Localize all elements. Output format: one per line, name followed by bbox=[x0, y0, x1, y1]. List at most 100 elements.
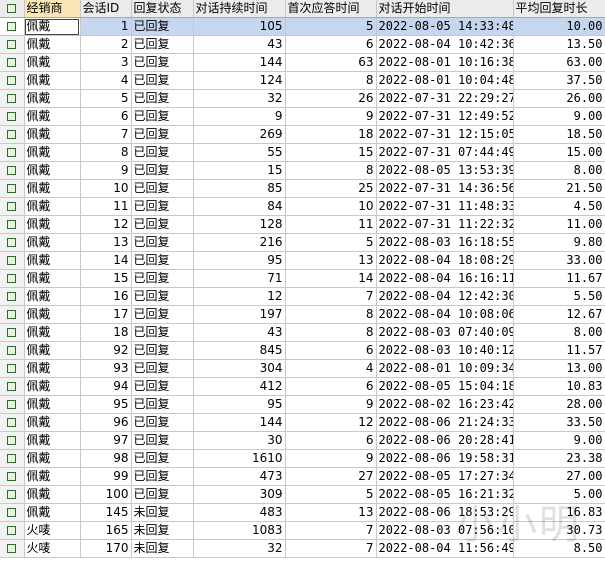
table-row[interactable]: 佩戴 1 已回复 105 5 2022-08-05 14:33:48 10.00 bbox=[0, 17, 605, 36]
reply-status-cell[interactable]: 未回复 bbox=[131, 503, 194, 522]
avg-reply-cell[interactable]: 8.50 bbox=[513, 539, 605, 558]
avg-reply-cell[interactable]: 11.57 bbox=[513, 341, 605, 360]
reply-status-cell[interactable]: 已回复 bbox=[131, 125, 194, 144]
session-id-cell[interactable]: 98 bbox=[80, 449, 132, 468]
session-id-cell[interactable]: 15 bbox=[80, 269, 132, 288]
row-selector[interactable] bbox=[0, 503, 25, 522]
start-time-cell[interactable]: 2022-08-03 07:40:09 bbox=[376, 323, 514, 342]
table-row[interactable]: 佩戴 93 已回复 304 4 2022-08-01 10:09:34 13.00 bbox=[0, 359, 605, 378]
dealer-cell[interactable]: 佩戴 bbox=[24, 71, 81, 90]
session-id-cell[interactable]: 95 bbox=[80, 395, 132, 414]
table-row[interactable]: 佩戴 9 已回复 15 8 2022-08-05 13:53:39 8.00 bbox=[0, 161, 605, 180]
row-selector[interactable] bbox=[0, 485, 25, 504]
start-time-cell[interactable]: 2022-08-03 07:56:10 bbox=[376, 521, 514, 540]
start-time-cell[interactable]: 2022-07-31 11:22:32 bbox=[376, 215, 514, 234]
session-id-cell[interactable]: 12 bbox=[80, 215, 132, 234]
duration-cell[interactable]: 71 bbox=[193, 269, 286, 288]
avg-reply-cell[interactable]: 21.50 bbox=[513, 179, 605, 198]
session-id-cell[interactable]: 5 bbox=[80, 89, 132, 108]
duration-cell[interactable]: 55 bbox=[193, 143, 286, 162]
session-id-cell[interactable]: 17 bbox=[80, 305, 132, 324]
first-response-cell[interactable]: 10 bbox=[285, 197, 377, 216]
dealer-cell[interactable]: 佩戴 bbox=[24, 341, 81, 360]
avg-reply-cell[interactable]: 28.00 bbox=[513, 395, 605, 414]
dealer-cell[interactable]: 佩戴 bbox=[24, 233, 81, 252]
duration-cell[interactable]: 483 bbox=[193, 503, 286, 522]
dealer-cell[interactable]: 佩戴 bbox=[24, 413, 81, 432]
reply-status-cell[interactable]: 未回复 bbox=[131, 521, 194, 540]
start-time-cell[interactable]: 2022-07-31 12:49:52 bbox=[376, 107, 514, 126]
reply-status-cell[interactable]: 已回复 bbox=[131, 377, 194, 396]
avg-reply-cell[interactable]: 4.50 bbox=[513, 197, 605, 216]
dealer-cell[interactable]: 佩戴 bbox=[24, 269, 81, 288]
table-row[interactable]: 佩戴 10 已回复 85 25 2022-07-31 14:36:56 21.50 bbox=[0, 179, 605, 198]
avg-reply-cell[interactable]: 10.00 bbox=[513, 17, 605, 36]
dealer-cell[interactable]: 佩戴 bbox=[24, 431, 81, 450]
session-id-cell[interactable]: 18 bbox=[80, 323, 132, 342]
dealer-cell[interactable]: 佩戴 bbox=[24, 89, 81, 108]
first-response-cell[interactable]: 8 bbox=[285, 71, 377, 90]
session-id-cell[interactable]: 6 bbox=[80, 107, 132, 126]
duration-cell[interactable]: 144 bbox=[193, 413, 286, 432]
start-time-cell[interactable]: 2022-08-02 16:23:42 bbox=[376, 395, 514, 414]
first-response-cell[interactable]: 8 bbox=[285, 323, 377, 342]
dealer-cell[interactable]: 佩戴 bbox=[24, 323, 81, 342]
start-time-cell[interactable]: 2022-07-31 07:44:49 bbox=[376, 143, 514, 162]
table-row[interactable]: 佩戴 6 已回复 9 9 2022-07-31 12:49:52 9.00 bbox=[0, 107, 605, 126]
dealer-cell[interactable]: 佩戴 bbox=[24, 35, 81, 54]
avg-reply-cell[interactable]: 11.67 bbox=[513, 269, 605, 288]
dealer-cell[interactable]: 佩戴 bbox=[24, 305, 81, 324]
first-response-cell[interactable]: 14 bbox=[285, 269, 377, 288]
table-row[interactable]: 佩戴 15 已回复 71 14 2022-08-04 16:16:11 11.67 bbox=[0, 269, 605, 288]
row-selector[interactable] bbox=[0, 287, 25, 306]
reply-status-cell[interactable]: 已回复 bbox=[131, 215, 194, 234]
start-time-cell[interactable]: 2022-08-04 11:56:49 bbox=[376, 539, 514, 558]
session-id-cell[interactable]: 170 bbox=[80, 539, 132, 558]
avg-reply-cell[interactable]: 33.50 bbox=[513, 413, 605, 432]
dealer-cell[interactable]: 佩戴 bbox=[24, 485, 81, 504]
table-row[interactable]: 佩戴 18 已回复 43 8 2022-08-03 07:40:09 8.00 bbox=[0, 323, 605, 342]
start-time-cell[interactable]: 2022-07-31 14:36:56 bbox=[376, 179, 514, 198]
reply-status-cell[interactable]: 已回复 bbox=[131, 341, 194, 360]
session-id-cell[interactable]: 94 bbox=[80, 377, 132, 396]
table-row[interactable]: 佩戴 11 已回复 84 10 2022-07-31 11:48:33 4.50 bbox=[0, 197, 605, 216]
first-response-cell[interactable]: 26 bbox=[285, 89, 377, 108]
session-id-cell[interactable]: 100 bbox=[80, 485, 132, 504]
duration-cell[interactable]: 197 bbox=[193, 305, 286, 324]
start-time-cell[interactable]: 2022-07-31 11:48:33 bbox=[376, 197, 514, 216]
first-response-cell[interactable]: 18 bbox=[285, 125, 377, 144]
first-response-cell[interactable]: 63 bbox=[285, 53, 377, 72]
table-row[interactable]: 佩戴 5 已回复 32 26 2022-07-31 22:29:27 26.00 bbox=[0, 89, 605, 108]
first-response-cell[interactable]: 12 bbox=[285, 413, 377, 432]
dealer-cell[interactable]: 佩戴 bbox=[24, 395, 81, 414]
duration-cell[interactable]: 845 bbox=[193, 341, 286, 360]
start-time-cell[interactable]: 2022-08-06 20:28:41 bbox=[376, 431, 514, 450]
first-response-cell[interactable]: 9 bbox=[285, 107, 377, 126]
reply-status-cell[interactable]: 未回复 bbox=[131, 539, 194, 558]
reply-status-cell[interactable]: 已回复 bbox=[131, 17, 194, 36]
column-header-duration[interactable]: 对话持续时间 bbox=[193, 0, 286, 18]
reply-status-cell[interactable]: 已回复 bbox=[131, 197, 194, 216]
dealer-cell[interactable]: 佩戴 bbox=[24, 287, 81, 306]
reply-status-cell[interactable]: 已回复 bbox=[131, 431, 194, 450]
duration-cell[interactable]: 412 bbox=[193, 377, 286, 396]
avg-reply-cell[interactable]: 8.00 bbox=[513, 323, 605, 342]
dealer-cell[interactable]: 佩戴 bbox=[24, 143, 81, 162]
first-response-cell[interactable]: 13 bbox=[285, 251, 377, 270]
column-header-session-id[interactable]: 会话ID bbox=[80, 0, 132, 18]
reply-status-cell[interactable]: 已回复 bbox=[131, 179, 194, 198]
avg-reply-cell[interactable]: 13.00 bbox=[513, 359, 605, 378]
avg-reply-cell[interactable]: 9.00 bbox=[513, 431, 605, 450]
row-selector[interactable] bbox=[0, 269, 25, 288]
first-response-cell[interactable]: 6 bbox=[285, 35, 377, 54]
avg-reply-cell[interactable]: 8.00 bbox=[513, 161, 605, 180]
session-id-cell[interactable]: 99 bbox=[80, 467, 132, 486]
session-id-cell[interactable]: 7 bbox=[80, 125, 132, 144]
session-id-cell[interactable]: 92 bbox=[80, 341, 132, 360]
row-selector[interactable] bbox=[0, 233, 25, 252]
start-time-cell[interactable]: 2022-08-06 19:58:31 bbox=[376, 449, 514, 468]
dealer-cell[interactable]: 佩戴 bbox=[24, 53, 81, 72]
avg-reply-cell[interactable]: 11.00 bbox=[513, 215, 605, 234]
duration-cell[interactable]: 144 bbox=[193, 53, 286, 72]
table-row[interactable]: 佩戴 14 已回复 95 13 2022-08-04 18:08:29 33.00 bbox=[0, 251, 605, 270]
